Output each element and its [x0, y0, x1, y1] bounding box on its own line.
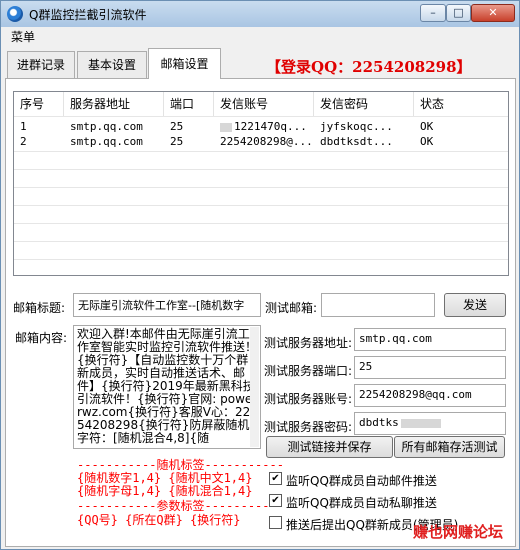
column-header-password[interactable]: 发信密码 — [314, 92, 414, 116]
tab-mail-settings[interactable]: 邮箱设置 — [148, 48, 221, 79]
window-title: Q群监控拦截引流软件 — [29, 8, 147, 22]
test-and-save-button[interactable]: 测试链接并保存 — [266, 436, 393, 458]
row-index: 2 — [20, 135, 27, 148]
row-account: 1221470q... — [220, 119, 312, 135]
option-auto-private-chat-label: 监听QQ群成员自动私聊推送 — [286, 496, 437, 510]
server-password-label: 测试服务器密码: — [264, 420, 353, 434]
row-account: 2254208298@... — [220, 135, 312, 148]
row-index: 1 — [20, 120, 27, 133]
content-scrollbar[interactable] — [250, 327, 259, 447]
checkbox-kick-new-member[interactable] — [269, 516, 282, 529]
option-auto-mail-label: 监听QQ群成员自动邮件推送 — [286, 474, 437, 488]
send-button[interactable]: 发送 — [444, 293, 506, 317]
server-password-input[interactable]: dbdtks — [354, 412, 506, 435]
menu-bar: 菜单 — [1, 27, 519, 45]
row-port: 25 — [170, 135, 184, 148]
title-bar[interactable]: Q群监控拦截引流软件 – □ ✕ — [1, 1, 519, 27]
minimize-icon[interactable]: – — [420, 4, 446, 22]
forum-watermark: 赚也网赚论坛 — [413, 523, 504, 541]
test-all-mailboxes-button[interactable]: 所有邮箱存活测试 — [394, 436, 505, 458]
column-header-status[interactable]: 状态 — [414, 92, 508, 116]
server-address-label: 测试服务器地址: — [264, 336, 353, 350]
row-status: OK — [420, 135, 434, 148]
row-password: dbdtksdt... — [320, 135, 393, 148]
column-header-account[interactable]: 发信账号 — [214, 92, 314, 116]
param-tags-line: {QQ号} {所在Q群} {换行符} — [77, 513, 241, 527]
server-account-label: 测试服务器账号: — [264, 392, 353, 406]
row-server: smtp.qq.com — [70, 135, 143, 148]
content-label: 邮箱内容: — [15, 331, 68, 345]
subject-label: 邮箱标题: — [13, 301, 66, 315]
column-header-port[interactable]: 端口 — [164, 92, 214, 116]
checkbox-auto-private-chat[interactable]: ✔ — [269, 494, 282, 507]
test-mail-label: 测试邮箱: — [265, 301, 318, 315]
subject-input[interactable]: 无际崖引流软件工作室--[随机数字 — [73, 293, 261, 317]
close-icon[interactable]: ✕ — [471, 4, 515, 22]
tab-basic-settings[interactable]: 基本设置 — [77, 51, 147, 78]
server-account-input[interactable]: 2254208298@qq.com — [354, 384, 506, 407]
app-logo-icon — [7, 6, 23, 22]
test-mail-input[interactable] — [321, 293, 435, 317]
column-header-index[interactable]: 序号 — [14, 92, 64, 116]
login-qq-banner: 【登录QQ：2254208298】 — [266, 58, 472, 76]
row-status: OK — [420, 120, 434, 133]
maximize-icon[interactable]: □ — [446, 4, 471, 22]
row-password: jyfskoqc... — [320, 120, 393, 133]
mail-account-table: 序号 服务器地址 端口 发信账号 发信密码 状态 1 smtp.qq.com 2… — [13, 91, 509, 276]
app-window: Q群监控拦截引流软件 – □ ✕ 菜单 进群记录 基本设置 邮箱设置 【登录QQ… — [0, 0, 520, 550]
server-port-input[interactable]: 25 — [354, 356, 506, 379]
tab-join-records[interactable]: 进群记录 — [7, 51, 75, 78]
row-port: 25 — [170, 120, 184, 133]
menu-item-menu[interactable]: 菜单 — [11, 28, 35, 45]
row-server: smtp.qq.com — [70, 120, 143, 133]
checkbox-auto-mail[interactable]: ✔ — [269, 472, 282, 485]
mail-content-textarea[interactable]: 欢迎入群!本邮件由无际崖引流工作室智能实时监控引流软件推送！{换行符}【自动监控… — [73, 325, 261, 449]
server-port-label: 测试服务器端口: — [264, 364, 353, 378]
column-header-server[interactable]: 服务器地址 — [64, 92, 164, 116]
server-address-input[interactable]: smtp.qq.com — [354, 328, 506, 351]
